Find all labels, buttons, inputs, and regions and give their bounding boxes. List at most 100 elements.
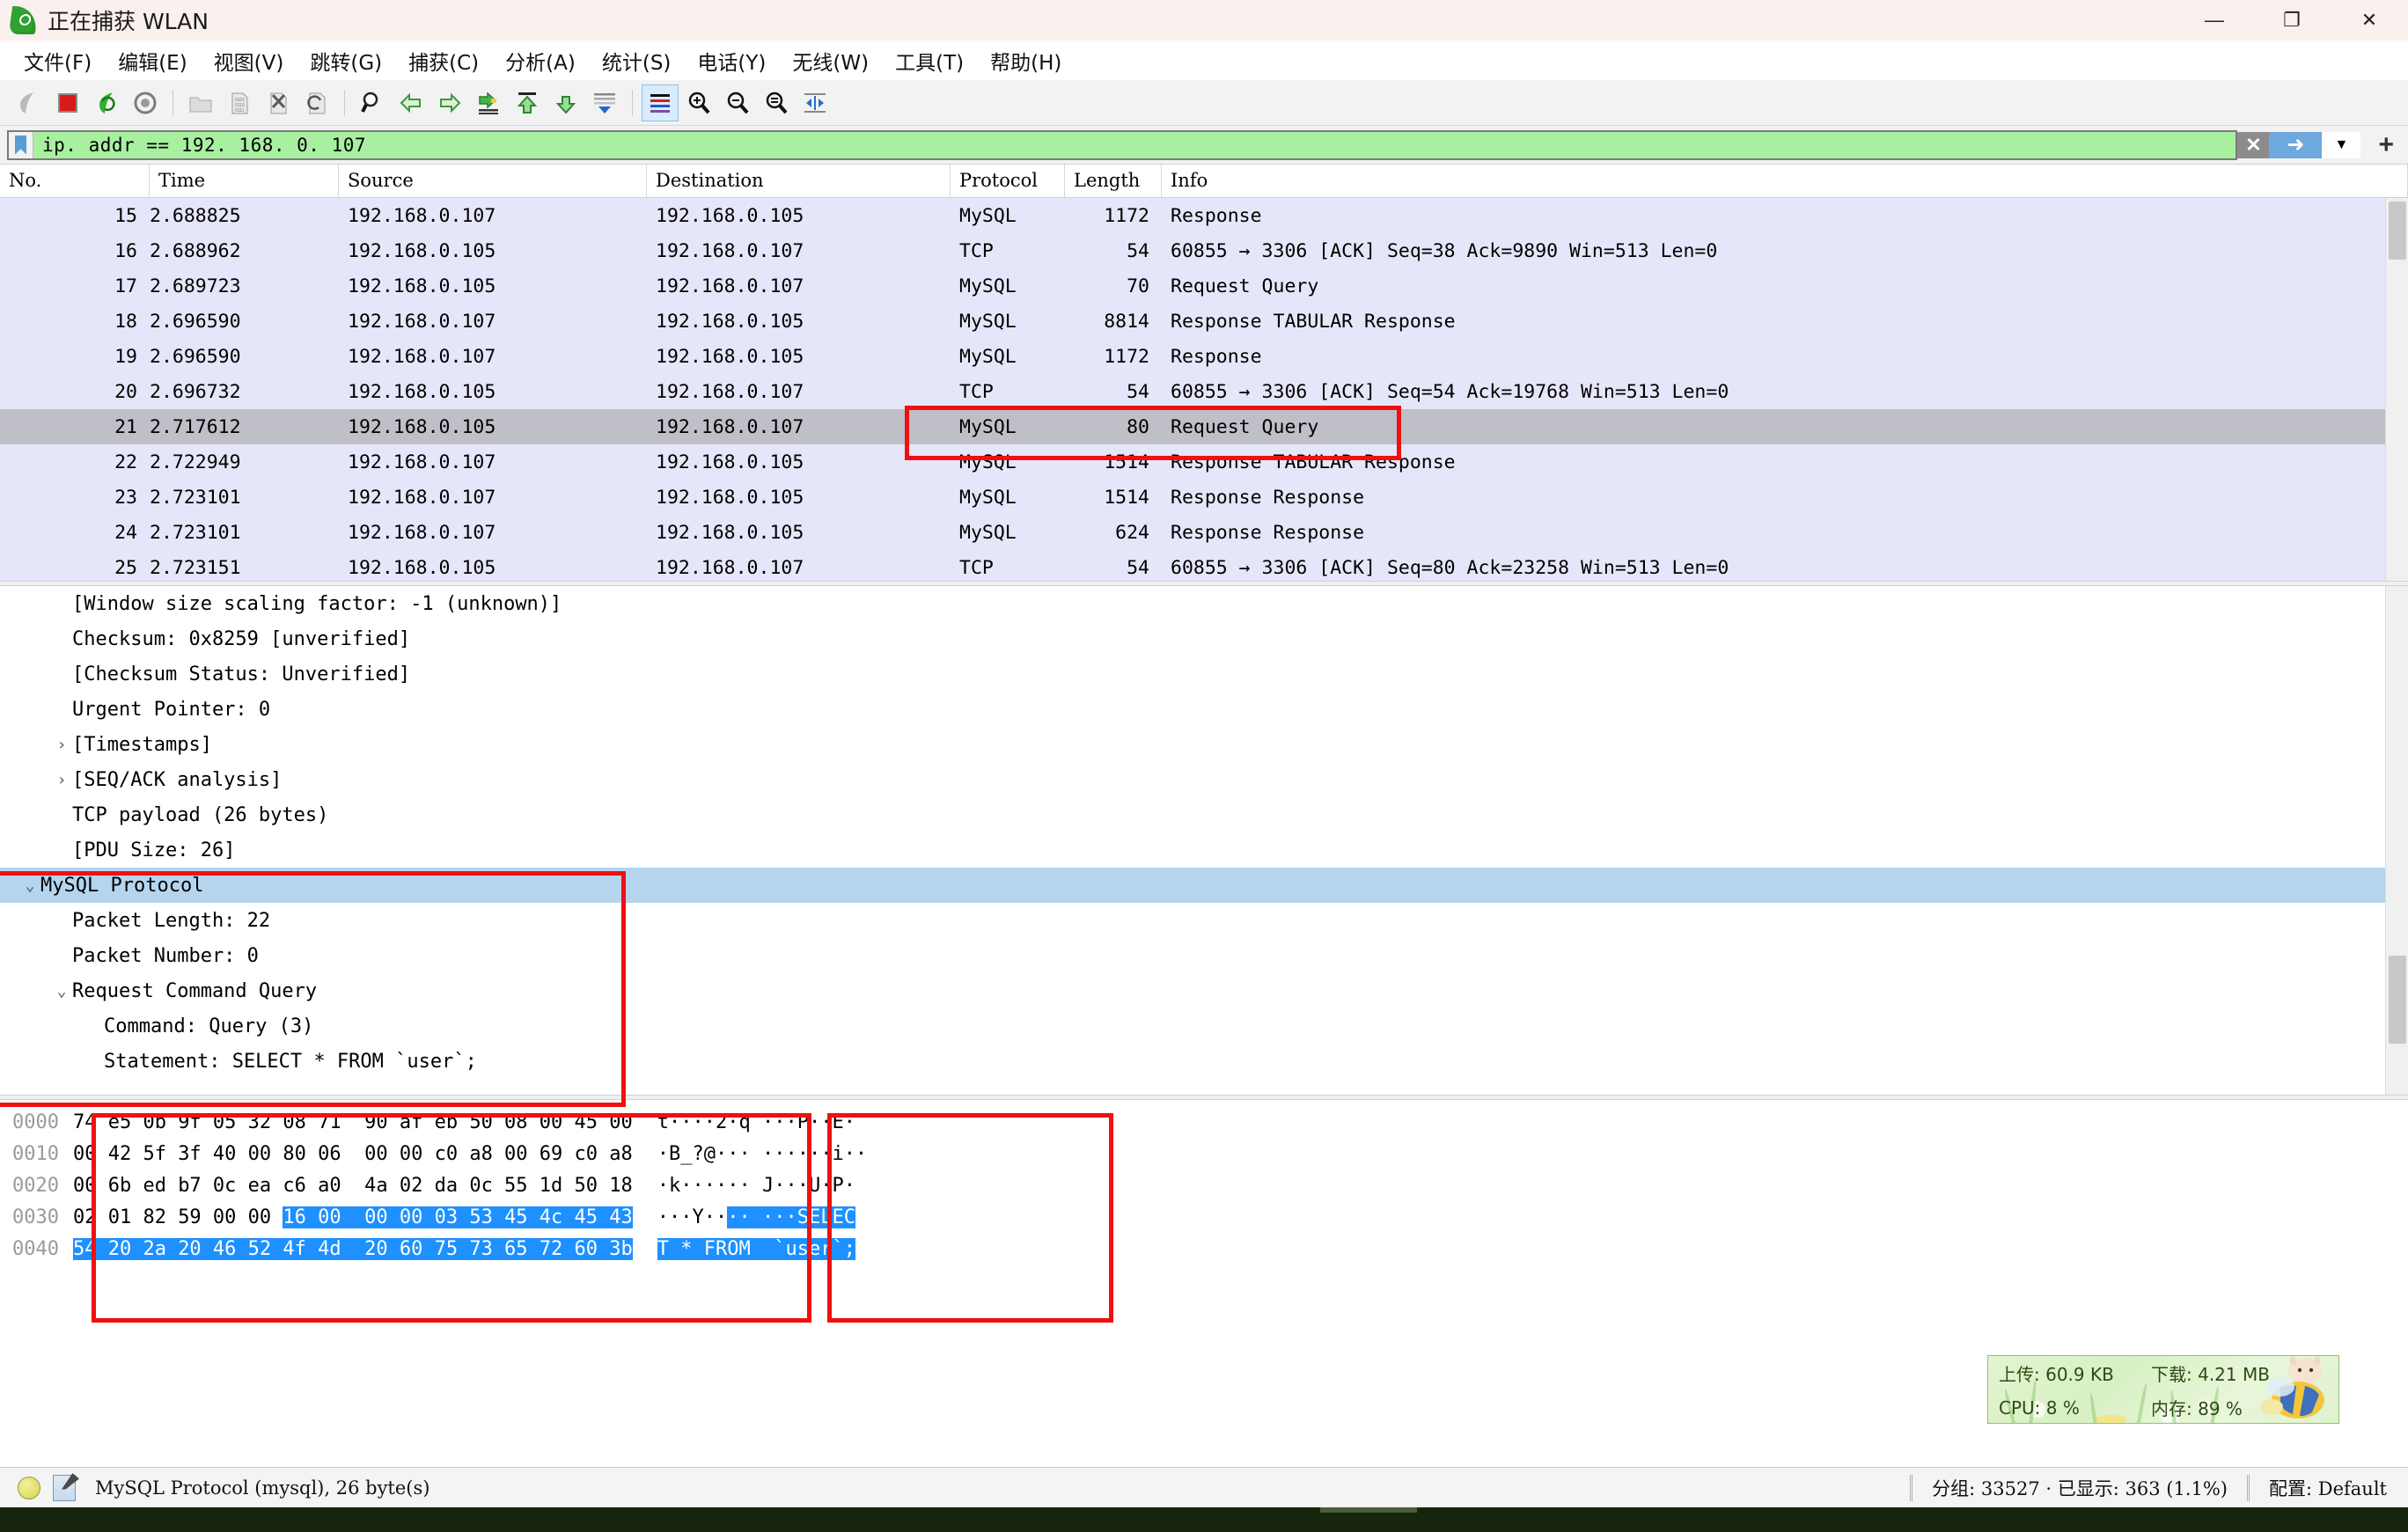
menu-file[interactable]: 文件(F) [11, 42, 105, 79]
detail-tree-item[interactable]: Command: Query (3) [0, 1008, 2408, 1044]
stop-capture-icon[interactable] [49, 84, 86, 121]
display-filter-input-wrap[interactable]: ip. addr == 192. 168. 0. 107 [7, 129, 2238, 160]
reload-file-icon[interactable] [298, 84, 335, 121]
packet-list-scrollbar[interactable] [2385, 198, 2408, 581]
chevron-right-icon[interactable]: › [51, 736, 72, 754]
detail-tree-item[interactable]: Checksum: 0x8259 [unverified] [0, 621, 2408, 656]
packet-list-body[interactable]: 15 2.688825 192.168.0.107 192.168.0.105 MySQ… [0, 198, 2408, 581]
column-header-protocol[interactable]: Protocol [951, 165, 1065, 197]
packet-details-pane[interactable]: [Window size scaling factor: -1 (unknown… [0, 586, 2408, 1095]
hex-ascii-line[interactable]: ·B_?@··· ······i·· [657, 1139, 867, 1170]
go-to-last-icon[interactable] [547, 84, 584, 121]
zoom-in-icon[interactable] [680, 84, 717, 121]
detail-tree-item[interactable]: ⌄ MySQL Protocol [0, 868, 2408, 903]
hex-byte-line[interactable]: 00 6b ed b7 0c ea c6 a0 4a 02 da 0c 55 1… [73, 1170, 633, 1202]
column-header-length[interactable]: Length [1065, 165, 1162, 197]
detail-tree-item[interactable]: Packet Number: 0 [0, 938, 2408, 973]
column-header-source[interactable]: Source [339, 165, 647, 197]
capture-comment-icon[interactable] [53, 1474, 76, 1501]
table-row[interactable]: 22 2.722949 192.168.0.107 192.168.0.105 MySQ… [0, 444, 2408, 480]
column-header-info[interactable]: Info [1162, 165, 2408, 197]
detail-tree-item[interactable]: Statement: SELECT * FROM `user`; [0, 1044, 2408, 1079]
close-icon[interactable]: ✕ [2331, 0, 2408, 40]
display-filter-input[interactable]: ip. addr == 192. 168. 0. 107 [33, 135, 2235, 156]
chevron-right-icon[interactable]: › [51, 771, 72, 789]
save-file-icon[interactable]: 0101 0110 0111 [221, 84, 258, 121]
menu-view[interactable]: 视图(V) [201, 42, 297, 79]
table-row[interactable]: 19 2.696590 192.168.0.107 192.168.0.105 MySQ… [0, 339, 2408, 374]
hex-ascii-column[interactable]: t····2·q ···P··E· ·B_?@··· ······i·· ·k···… [633, 1107, 867, 1505]
menu-tools[interactable]: 工具(T) [882, 42, 977, 79]
chevron-down-icon[interactable]: ⌄ [19, 876, 40, 895]
table-row[interactable]: 23 2.723101 192.168.0.107 192.168.0.105 MySQ… [0, 480, 2408, 515]
table-row[interactable]: 18 2.696590 192.168.0.107 192.168.0.105 MySQ… [0, 304, 2408, 339]
chevron-down-icon[interactable]: ⌄ [51, 982, 72, 1001]
hex-byte-line[interactable]: 74 e5 0b 9f 05 32 08 71 90 af eb 50 08 0… [73, 1107, 633, 1139]
menu-wireless[interactable]: 无线(W) [779, 42, 882, 79]
restart-capture-icon[interactable] [88, 84, 125, 121]
table-row[interactable]: 16 2.688962 192.168.0.105 192.168.0.107 TCP 5… [0, 233, 2408, 268]
menu-telephony[interactable]: 电话(Y) [684, 42, 779, 79]
menu-statistics[interactable]: 统计(S) [589, 42, 685, 79]
table-row[interactable]: 24 2.723101 192.168.0.107 192.168.0.105 MySQ… [0, 515, 2408, 550]
table-row[interactable]: 20 2.696732 192.168.0.105 192.168.0.107 TCP 5… [0, 374, 2408, 409]
open-file-icon[interactable] [182, 84, 219, 121]
apply-filter-icon[interactable]: ➜ [2269, 131, 2323, 158]
add-filter-button-icon[interactable]: + [2371, 130, 2401, 160]
detail-tree-item[interactable]: › [SEQ/ACK analysis] [0, 762, 2408, 797]
filter-dropdown-icon[interactable]: ▼ [2322, 131, 2361, 158]
table-row[interactable]: 25 2.723151 192.168.0.105 192.168.0.107 TCP 5… [0, 550, 2408, 581]
capture-options-icon[interactable] [127, 84, 164, 121]
menu-edit[interactable]: 编辑(E) [105, 42, 200, 79]
menu-go[interactable]: 跳转(G) [297, 42, 395, 79]
detail-tree-item[interactable]: TCP payload (26 bytes) [0, 797, 2408, 832]
profile-text[interactable]: 配置: Default [2269, 1475, 2408, 1501]
expert-info-icon[interactable] [18, 1476, 40, 1499]
hex-ascii-line[interactable]: ···Y···· ···SELEC [657, 1202, 867, 1234]
table-row[interactable]: 21 2.717612 192.168.0.105 192.168.0.107 MySQ… [0, 409, 2408, 444]
hex-byte-line[interactable]: 00 42 5f 3f 40 00 80 06 00 00 c0 a8 00 6… [73, 1139, 633, 1170]
packet-details-scrollbar[interactable] [2385, 586, 2408, 1095]
packet-bytes-pane[interactable]: 0000 0010 0020 0030 0040 74 e5 0b 9f 05 32 0… [0, 1100, 2408, 1505]
detail-tree-item[interactable]: [Window size scaling factor: -1 (unknown… [0, 586, 2408, 621]
network-monitor-widget[interactable]: 上传: 60.9 KB 下载: 4.21 MB CPU: 8 % 内存: 89 … [1987, 1355, 2339, 1424]
bookmark-icon[interactable] [9, 131, 33, 158]
auto-scroll-icon[interactable] [586, 84, 623, 121]
table-row[interactable]: 15 2.688825 192.168.0.107 192.168.0.105 MySQ… [0, 198, 2408, 233]
detail-tree-item[interactable]: Urgent Pointer: 0 [0, 692, 2408, 727]
hex-byte-line[interactable]: 54 20 2a 20 46 52 4f 4d 20 60 75 73 65 7… [72, 1234, 633, 1265]
go-back-icon[interactable] [393, 84, 429, 121]
column-header-no[interactable]: No. [0, 165, 150, 197]
maximize-icon[interactable]: ❐ [2253, 0, 2331, 40]
menu-capture[interactable]: 捕获(C) [395, 42, 492, 79]
hex-ascii-line[interactable]: ·k······ J···U·P· [657, 1170, 867, 1202]
column-header-destination[interactable]: Destination [647, 165, 951, 197]
table-row[interactable]: 17 2.689723 192.168.0.105 192.168.0.107 MySQ… [0, 268, 2408, 304]
zoom-out-icon[interactable] [719, 84, 756, 121]
resize-columns-icon[interactable] [797, 84, 833, 121]
menu-analyze[interactable]: 分析(A) [492, 42, 589, 79]
hex-ascii-line[interactable]: T * FROM `user`; [657, 1234, 867, 1265]
close-file-icon[interactable] [260, 84, 297, 121]
go-to-first-icon[interactable] [509, 84, 546, 121]
detail-tree-item[interactable]: › [Timestamps] [0, 727, 2408, 762]
go-to-packet-icon[interactable] [470, 84, 507, 121]
colorize-icon[interactable] [642, 84, 679, 121]
go-forward-icon[interactable] [431, 84, 468, 121]
hex-byte-line[interactable]: 02 01 82 59 00 00 16 00 00 00 03 53 45 4… [73, 1202, 633, 1234]
detail-tree-item[interactable]: [Checksum Status: Unverified] [0, 656, 2408, 692]
detail-tree-item[interactable]: [PDU Size: 26] [0, 832, 2408, 868]
detail-tree-item[interactable]: ⌄ Request Command Query [0, 973, 2408, 1008]
detail-tree-item[interactable]: Packet Length: 22 [0, 903, 2408, 938]
start-capture-icon[interactable] [11, 84, 48, 121]
zoom-reset-icon[interactable] [758, 84, 795, 121]
minimize-icon[interactable]: — [2176, 0, 2253, 40]
column-header-time[interactable]: Time [150, 165, 339, 197]
hex-bytes-column[interactable]: 74 e5 0b 9f 05 32 08 71 90 af eb 50 08 0… [59, 1107, 633, 1505]
find-packet-icon[interactable] [354, 84, 391, 121]
clear-filter-icon[interactable]: ✕ [2237, 131, 2270, 158]
taskbar-thumbnail[interactable] [1320, 1507, 1417, 1513]
menu-help[interactable]: 帮助(H) [977, 42, 1075, 79]
hex-bytes-selected: 16 00 00 00 03 53 45 4c 45 43 [283, 1206, 633, 1228]
hex-ascii-line[interactable]: t····2·q ···P··E· [657, 1107, 867, 1139]
